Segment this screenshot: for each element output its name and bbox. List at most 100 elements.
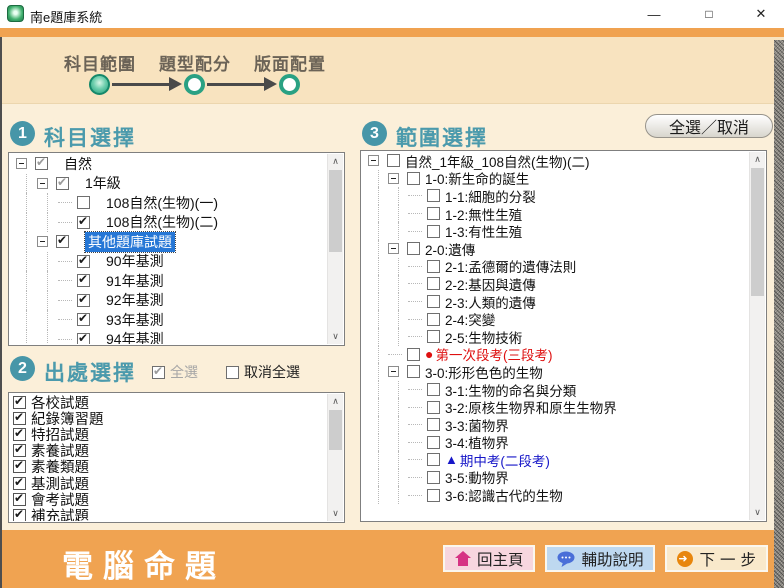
tree-row[interactable]: 2-0:遺傳 — [362, 240, 749, 258]
checkbox[interactable] — [13, 493, 26, 506]
checkbox-icon[interactable] — [226, 366, 239, 379]
tree-row[interactable]: 3-6:認識古代的生物 — [362, 486, 749, 504]
tree-row[interactable]: 1-2:無性生殖 — [362, 205, 749, 223]
checkbox[interactable] — [407, 365, 420, 378]
checkbox[interactable] — [427, 436, 440, 449]
close-button[interactable]: ✕ — [741, 0, 781, 28]
scroll-down-icon[interactable] — [750, 505, 765, 520]
scroll-up-icon[interactable] — [328, 154, 343, 169]
checkbox[interactable] — [387, 154, 400, 167]
tree-row[interactable]: 自然_1年級_108自然(生物)(二) — [362, 152, 749, 170]
checkbox[interactable] — [56, 235, 69, 248]
tree-row[interactable]: 1年級 — [10, 174, 327, 194]
checkbox[interactable] — [35, 157, 48, 170]
scrollbar[interactable] — [327, 154, 343, 344]
expand-collapse-icon[interactable] — [16, 158, 27, 169]
select-all-checkbox[interactable]: 全選 — [152, 362, 198, 382]
checkbox[interactable] — [427, 471, 440, 484]
tree-item-label[interactable]: 其他題庫試題 — [85, 232, 175, 252]
checkbox[interactable] — [427, 401, 440, 414]
tree-item-label[interactable]: 93年基測 — [106, 310, 164, 330]
tree-row[interactable]: 2-2:基因與遺傳 — [362, 275, 749, 293]
tree-row[interactable]: ●第一次段考(三段考) — [362, 346, 749, 364]
expand-collapse-icon[interactable] — [388, 173, 399, 184]
tree-row[interactable]: 其他題庫試題 — [10, 232, 327, 252]
tree-item-label[interactable]: 3-6:認識古代的生物 — [445, 485, 563, 505]
checkbox[interactable] — [13, 396, 26, 409]
scroll-up-icon[interactable] — [328, 394, 343, 409]
tree-row[interactable]: 1-0:新生命的誕生 — [362, 170, 749, 188]
scroll-thumb[interactable] — [751, 168, 764, 296]
tree-item-label[interactable]: 90年基測 — [106, 251, 164, 271]
tree-row[interactable]: 3-2:原核生物界和原生生物界 — [362, 398, 749, 416]
help-button[interactable]: 輔助說明 — [545, 545, 655, 572]
expand-collapse-icon[interactable] — [368, 155, 379, 166]
checkbox[interactable] — [77, 274, 90, 287]
tree-row[interactable]: 3-3:菌物界 — [362, 416, 749, 434]
tree-row[interactable]: 3-0:形形色色的生物 — [362, 363, 749, 381]
checkbox[interactable] — [13, 444, 26, 457]
scrollbar[interactable] — [749, 152, 765, 520]
checkbox[interactable] — [407, 348, 420, 361]
tree-item-label[interactable]: 108自然(生物)(二) — [106, 212, 218, 232]
checkbox[interactable] — [427, 295, 440, 308]
expand-collapse-icon[interactable] — [388, 243, 399, 254]
tree-row[interactable]: 3-1:生物的命名與分類 — [362, 381, 749, 399]
tree-row[interactable]: 91年基測 — [10, 271, 327, 291]
checkbox[interactable] — [427, 189, 440, 202]
tree-row[interactable]: 108自然(生物)(二) — [10, 213, 327, 233]
checkbox[interactable] — [77, 333, 90, 344]
checkbox[interactable] — [407, 172, 420, 185]
scroll-thumb[interactable] — [329, 170, 342, 252]
checkbox-icon[interactable] — [152, 366, 165, 379]
expand-collapse-icon[interactable] — [37, 178, 48, 189]
checkbox[interactable] — [427, 489, 440, 502]
checkbox[interactable] — [427, 418, 440, 431]
checkbox[interactable] — [407, 242, 420, 255]
checkbox[interactable] — [77, 196, 90, 209]
tree-row[interactable]: 2-1:孟德爾的遺傳法則 — [362, 258, 749, 276]
tree-row[interactable]: 自然 — [10, 154, 327, 174]
checkbox[interactable] — [427, 313, 440, 326]
checkbox[interactable] — [427, 207, 440, 220]
checkbox[interactable] — [427, 453, 440, 466]
tree-item-label[interactable]: 1年級 — [85, 173, 121, 193]
tree-row[interactable]: 1-1:細胞的分裂 — [362, 187, 749, 205]
tree-item-label[interactable]: 92年基測 — [106, 290, 164, 310]
expand-collapse-icon[interactable] — [37, 236, 48, 247]
scroll-up-icon[interactable] — [750, 152, 765, 167]
tree-row[interactable]: 2-3:人類的遺傳 — [362, 293, 749, 311]
minimize-button[interactable]: — — [634, 0, 674, 28]
checkbox[interactable] — [427, 225, 440, 238]
tree-row[interactable]: 2-5:生物技術 — [362, 328, 749, 346]
tree-row[interactable]: 3-5:動物界 — [362, 469, 749, 487]
checkbox[interactable] — [427, 383, 440, 396]
tree-row[interactable]: 94年基測 — [10, 330, 327, 345]
list-item[interactable]: 補充試題 — [10, 507, 327, 521]
tree-row[interactable]: 92年基測 — [10, 291, 327, 311]
tree-row[interactable]: 108自然(生物)(一) — [10, 193, 327, 213]
deselect-all-checkbox[interactable]: 取消全選 — [226, 362, 300, 382]
maximize-button[interactable]: □ — [689, 0, 729, 28]
home-button[interactable]: 回主頁 — [443, 545, 536, 572]
checkbox[interactable] — [13, 460, 26, 473]
checkbox[interactable] — [427, 260, 440, 273]
checkbox[interactable] — [13, 477, 26, 490]
scroll-down-icon[interactable] — [328, 329, 343, 344]
tree-row[interactable]: ▲期中考(二段考) — [362, 451, 749, 469]
tree-item-label[interactable]: 108自然(生物)(一) — [106, 193, 218, 213]
scrollbar[interactable] — [327, 394, 343, 521]
tree-row[interactable]: 93年基測 — [10, 310, 327, 330]
checkbox[interactable] — [77, 255, 90, 268]
scroll-thumb[interactable] — [329, 410, 342, 450]
checkbox[interactable] — [77, 294, 90, 307]
checkbox[interactable] — [427, 330, 440, 343]
checkbox[interactable] — [13, 428, 26, 441]
tree-row[interactable]: 3-4:植物界 — [362, 434, 749, 452]
tree-item-label[interactable]: 94年基測 — [106, 329, 164, 344]
checkbox[interactable] — [427, 277, 440, 290]
checkbox[interactable] — [56, 177, 69, 190]
tree-row[interactable]: 90年基測 — [10, 252, 327, 272]
tree-row[interactable]: 2-4:突變 — [362, 310, 749, 328]
tree-row[interactable]: 1-3:有性生殖 — [362, 222, 749, 240]
